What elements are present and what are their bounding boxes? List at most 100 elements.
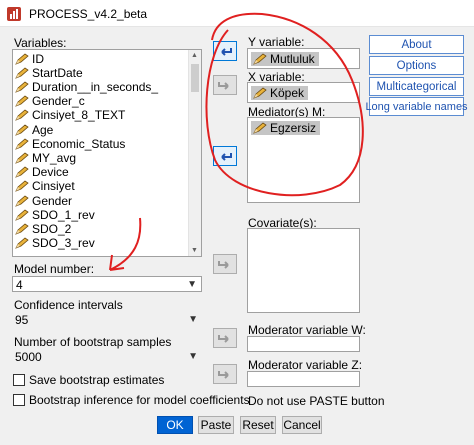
long-variable-names-button[interactable]: Long variable names xyxy=(365,97,468,116)
scale-variable-icon xyxy=(15,67,29,79)
variable-list-item[interactable]: Duration__in_seconds_ xyxy=(15,79,159,94)
ok-button[interactable]: OK xyxy=(157,416,193,434)
cancel-button[interactable]: Cancel xyxy=(282,416,322,434)
y-variable-value: Mutluluk xyxy=(270,52,315,66)
chevron-down-icon: ▼ xyxy=(188,314,198,325)
scale-variable-icon xyxy=(253,122,267,134)
arrow-right-icon xyxy=(218,335,229,343)
scroll-thumb[interactable] xyxy=(191,64,199,92)
paste-button[interactable]: Paste xyxy=(198,416,234,434)
save-bootstrap-checkbox[interactable] xyxy=(13,374,25,386)
scale-variable-icon xyxy=(15,209,29,221)
window-title: PROCESS_v4.2_beta xyxy=(29,7,148,21)
scale-variable-icon xyxy=(15,180,29,193)
move-to-x-button[interactable] xyxy=(213,75,237,95)
model-number-label: Model number: xyxy=(14,262,95,276)
y-variable-label: Y variable: xyxy=(248,35,305,49)
x-variable-value: Köpek xyxy=(270,86,305,100)
mediator-value: Egzersiz xyxy=(270,121,317,135)
y-variable-field[interactable]: Mutluluk xyxy=(247,48,360,69)
process-app-icon xyxy=(7,7,21,21)
scale-variable-icon xyxy=(15,81,29,93)
variables-label: Variables: xyxy=(14,36,67,50)
variable-list-item[interactable]: Age xyxy=(15,122,54,137)
variable-name: SDO_3_rev xyxy=(32,236,95,251)
confidence-intervals-label: Confidence intervals xyxy=(14,298,123,312)
scale-variable-icon xyxy=(253,87,267,99)
chevron-down-icon: ▼ xyxy=(188,351,198,362)
variable-list-item[interactable]: SDO_2 xyxy=(15,221,72,236)
save-bootstrap-label: Save bootstrap estimates xyxy=(29,373,165,387)
variable-name: Cinsiyet_8_TEXT xyxy=(32,108,126,123)
mediator-chip[interactable]: Egzersiz xyxy=(251,121,321,135)
arrow-right-icon xyxy=(218,261,229,269)
move-to-moderator-w-button[interactable] xyxy=(213,328,237,348)
model-number-select[interactable]: 4 ▼ xyxy=(12,276,202,292)
confidence-intervals-select[interactable]: 95 ▼ xyxy=(12,312,202,328)
mediators-list[interactable]: Egzersiz xyxy=(247,117,360,203)
variable-name: Device xyxy=(32,165,69,180)
variable-name: Gender_c xyxy=(32,94,85,109)
variable-name: Economic_Status xyxy=(32,136,126,151)
confidence-intervals-value: 95 xyxy=(15,313,29,327)
x-variable-chip[interactable]: Köpek xyxy=(251,86,309,100)
title-bar: PROCESS_v4.2_beta xyxy=(0,0,474,27)
variable-list-item[interactable]: SDO_3_rev xyxy=(15,236,95,251)
y-variable-chip[interactable]: Mutluluk xyxy=(251,52,319,66)
variable-name: Cinsiyet xyxy=(32,179,75,194)
move-to-mediator-button[interactable] xyxy=(213,146,237,166)
variable-name: Duration__in_seconds_ xyxy=(32,79,159,94)
arrow-left-icon xyxy=(221,48,232,56)
arrow-right-icon xyxy=(218,371,229,379)
moderator-z-field[interactable] xyxy=(247,371,360,387)
move-to-moderator-z-button[interactable] xyxy=(213,364,237,384)
scroll-up-icon[interactable]: ▲ xyxy=(191,52,198,59)
variable-list-item[interactable]: Gender xyxy=(15,193,73,208)
variable-list-item[interactable]: SDO_1_rev xyxy=(15,207,95,222)
reset-button[interactable]: Reset xyxy=(240,416,276,434)
model-number-value: 4 xyxy=(16,278,23,292)
variables-list[interactable]: ▲ ▼ ID StartDate Duration__in_seconds_ Gend… xyxy=(12,49,202,257)
variable-list-item[interactable]: Gender_c xyxy=(15,94,85,109)
variable-list-item[interactable]: Cinsiyet_8_TEXT xyxy=(15,108,126,123)
variable-name: SDO_2 xyxy=(32,221,72,236)
move-to-covariate-button[interactable] xyxy=(213,254,237,274)
scale-variable-icon xyxy=(253,53,267,65)
scroll-down-icon[interactable]: ▼ xyxy=(191,247,198,254)
scale-variable-icon xyxy=(15,95,29,107)
variables-scrollbar[interactable]: ▲ ▼ xyxy=(188,50,201,256)
arrow-right-icon xyxy=(218,82,229,90)
x-variable-field[interactable]: Köpek xyxy=(247,82,360,103)
scale-variable-icon xyxy=(15,223,29,235)
moderator-w-label: Moderator variable W: xyxy=(248,323,366,337)
arrow-left-icon xyxy=(221,153,232,161)
scale-variable-icon xyxy=(15,123,29,136)
variable-list-item[interactable]: ID xyxy=(15,52,44,66)
bootstrap-inference-checkbox[interactable] xyxy=(13,394,25,406)
move-to-y-button[interactable] xyxy=(213,41,237,61)
multicategorical-button[interactable]: Multicategorical xyxy=(369,77,464,96)
scale-variable-icon xyxy=(15,109,29,122)
scale-variable-icon xyxy=(15,166,29,178)
moderator-w-field[interactable] xyxy=(247,336,360,352)
variable-list-item[interactable]: StartDate xyxy=(15,66,83,80)
variable-list-item[interactable]: Cinsiyet xyxy=(15,179,75,194)
variable-list-item[interactable]: MY_avg xyxy=(15,150,77,165)
variable-name: Age xyxy=(32,122,54,137)
covariates-list[interactable] xyxy=(247,228,360,313)
scale-variable-icon xyxy=(15,138,29,150)
options-button[interactable]: Options xyxy=(369,56,464,75)
variable-name: MY_avg xyxy=(32,150,77,165)
scale-variable-icon xyxy=(15,52,29,65)
bootstrap-inference-label: Bootstrap inference for model coefficien… xyxy=(29,393,250,407)
variable-name: Gender xyxy=(32,193,73,208)
scale-variable-icon xyxy=(15,152,29,164)
moderator-z-label: Moderator variable Z: xyxy=(248,358,363,372)
variable-list-item[interactable]: Device xyxy=(15,165,69,180)
bootstrap-samples-select[interactable]: 5000 ▼ xyxy=(12,349,202,365)
variable-name: SDO_1_rev xyxy=(32,207,95,222)
about-button[interactable]: About xyxy=(369,35,464,54)
chevron-down-icon: ▼ xyxy=(187,279,197,290)
variable-list-item[interactable]: Economic_Status xyxy=(15,136,126,151)
bootstrap-samples-label: Number of bootstrap samples xyxy=(14,335,172,349)
